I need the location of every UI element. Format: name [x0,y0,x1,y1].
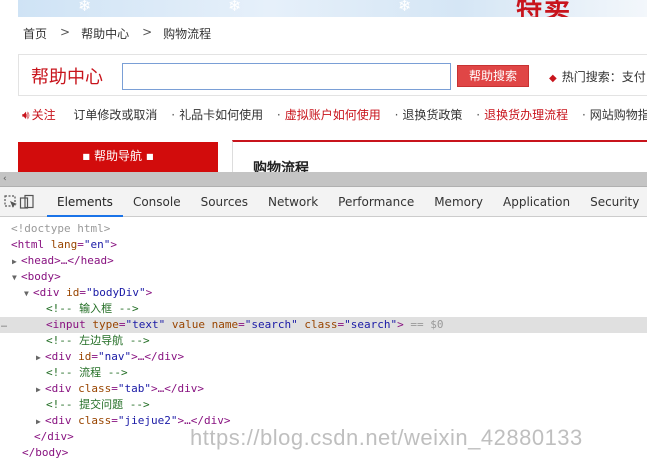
dom-comment-submit[interactable]: <!-- 提交问题 --> [0,397,647,413]
watermark: https://blog.csdn.net/weixin_42880133 [190,425,583,450]
tab-application[interactable]: Application [493,187,580,217]
dom-node-bodydiv[interactable]: ▼ <div id="bodyDiv"> [0,285,647,301]
speaker-icon: 🔊︎ [22,108,30,122]
brand-logo-text: 特卖 [516,0,573,17]
tab-elements[interactable]: Elements [47,187,123,217]
help-nav-title: 帮助导航 [93,149,142,163]
breadcrumb-separator: > [60,25,71,39]
breadcrumb-home[interactable]: 首页 [23,25,47,42]
collapse-triangle-icon[interactable]: ▼ [12,270,21,286]
flow-panel: 购物流程 [232,140,647,172]
expand-triangle-icon[interactable]: ▶ [36,382,45,398]
help-search-button[interactable]: 帮助搜索 [457,65,529,87]
help-nav-header: ■ 帮助导航 ■ [18,142,218,172]
expand-triangle-icon[interactable]: ▶ [12,254,21,270]
hot-search-label: 热门搜索： [561,70,622,84]
quick-link-return-process[interactable]: 退换货办理流程 [484,108,568,122]
collapse-chevron-icon[interactable]: ‹ [3,174,7,184]
dom-comment-input[interactable]: <!-- 输入框 --> [0,301,647,317]
tab-performance[interactable]: Performance [328,187,424,217]
dom-node-head[interactable]: ▶ <head>…</head> [0,253,647,269]
quick-link-gift-card[interactable]: 礼品卡如何使用 [179,108,263,122]
quick-links-bar: 🔊︎ 关注 订单修改或取消 · 礼品卡如何使用 · 虚拟账户如何使用 · 退换货政策 ·… [22,106,647,123]
breadcrumb: 首页 > 帮助中心 > 购物流程 [23,25,211,42]
dom-comment-flow[interactable]: <!-- 流程 --> [0,365,647,381]
hot-search: ◆ 热门搜索：支付 [549,68,646,85]
expand-triangle-icon[interactable]: ▶ [36,350,45,366]
devtools-resize-handle[interactable]: ‹ [0,172,647,187]
tab-network[interactable]: Network [258,187,328,217]
dom-node-html[interactable]: <html lang="en"> [0,237,647,253]
help-search-bar: 帮助中心 帮助搜索 ◆ 热门搜索：支付 [18,54,647,96]
follow-label: 关注 [31,108,56,122]
devtools-panel: ‹ Elements Console Sources Network Perfo… [0,172,647,462]
tab-security[interactable]: Security [580,187,647,217]
dom-node-nav[interactable]: ▶ <div id="nav">…</div> [0,349,647,365]
breadcrumb-separator: > [142,25,153,39]
quick-link-return-policy[interactable]: 退换货政策 [402,108,462,122]
snowflake-icon: ❄ [78,0,92,15]
hot-search-link[interactable]: 支付 [622,70,646,84]
help-center-title: 帮助中心 [31,67,103,88]
collapse-triangle-icon[interactable]: ▼ [24,286,33,302]
dom-comment-nav[interactable]: <!-- 左边导航 --> [0,333,647,349]
top-banner: ❄ ❄ ❄ 特卖 [18,0,647,17]
devtools-tab-bar: Elements Console Sources Network Perform… [0,187,647,217]
search-input[interactable] [122,63,451,90]
device-toolbar-icon[interactable] [19,187,35,217]
snowflake-icon: ❄ [228,0,242,15]
breadcrumb-help-center[interactable]: 帮助中心 [81,25,129,42]
dom-node-doctype[interactable]: <!doctype html> [0,221,647,237]
quick-link-order-modify[interactable]: 订单修改或取消 [73,108,157,122]
dom-node-body[interactable]: ▼ <body> [0,269,647,285]
inspect-element-icon[interactable] [3,187,19,217]
tab-sources[interactable]: Sources [191,187,258,217]
flow-title: 购物流程 [253,161,309,172]
diamond-bullet-icon: ◆ [549,73,557,84]
tab-console[interactable]: Console [123,187,191,217]
tab-memory[interactable]: Memory [424,187,493,217]
expand-triangle-icon[interactable]: ▶ [36,414,45,430]
quick-link-shopping-guide[interactable]: 网站购物指南 [590,108,647,122]
selected-node-marker: == $0 [410,318,444,331]
snowflake-icon: ❄ [398,0,412,15]
more-options-icon[interactable]: … [1,317,7,333]
dom-node-input-selected[interactable]: … <input type="text" value name="search" … [0,317,647,333]
quick-link-virtual-account[interactable]: 虚拟账户如何使用 [285,108,381,122]
breadcrumb-shopping-flow: 购物流程 [163,27,212,41]
dom-node-tab[interactable]: ▶ <div class="tab">…</div> [0,381,647,397]
website-viewport: ❄ ❄ ❄ 特卖 首页 > 帮助中心 > 购物流程 帮助中心 帮助搜索 ◆ 热门搜… [0,0,647,172]
